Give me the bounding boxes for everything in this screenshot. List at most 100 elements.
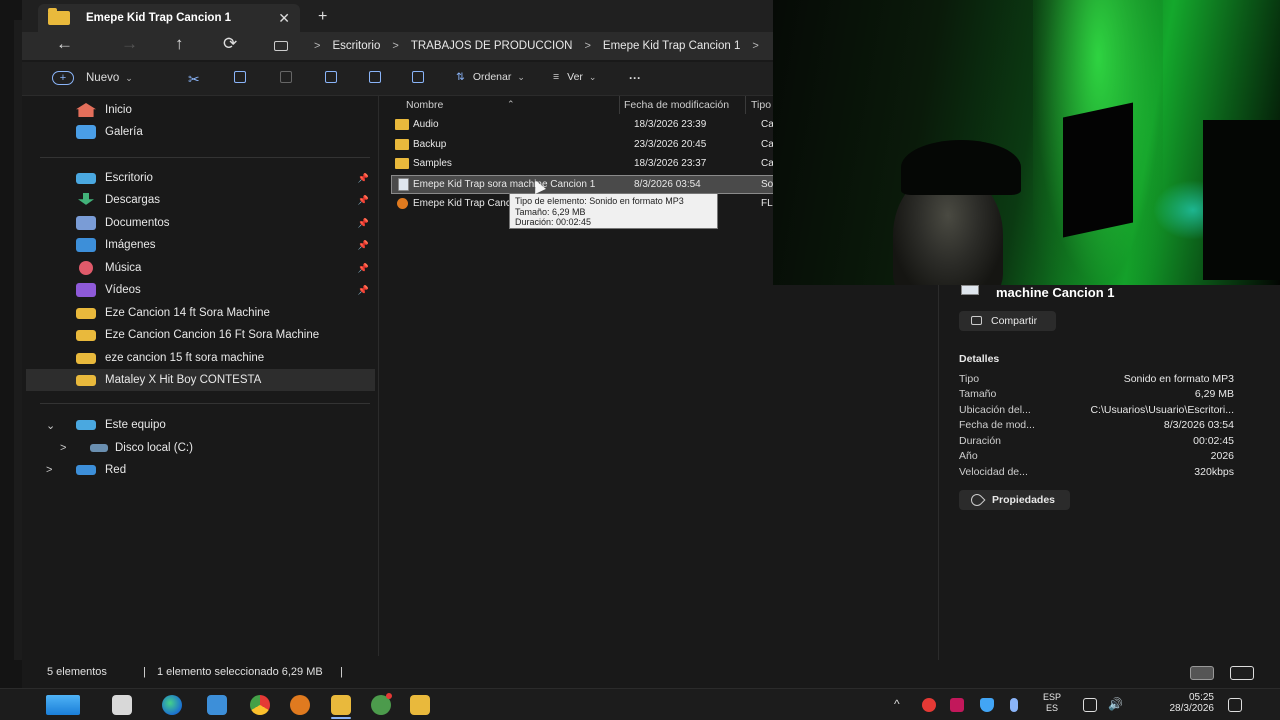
webcam-overlay: [773, 0, 1280, 285]
tooltip-duration: Duración: 00:02:45: [515, 217, 592, 227]
sidebar-item-desktop[interactable]: Escritorio 📌: [26, 167, 375, 189]
column-separator[interactable]: [745, 96, 746, 114]
microphone-icon[interactable]: [1010, 698, 1018, 712]
time: 05:25: [1188, 692, 1214, 703]
language-indicator[interactable]: ESP ES: [1043, 692, 1061, 714]
tray-app-icon[interactable]: [950, 698, 964, 712]
disk-icon: [90, 444, 108, 452]
tiles-view-button[interactable]: [1230, 666, 1254, 680]
up-button[interactable]: ↑: [175, 34, 184, 54]
start-icon[interactable]: [46, 695, 80, 715]
column-header-name[interactable]: Nombre: [406, 99, 443, 111]
studio-monitor: [1203, 120, 1280, 280]
background-window-strip: [0, 0, 22, 688]
sidebar-item-folder[interactable]: Eze Cancion 14 ft Sora Machine: [26, 302, 375, 324]
chevron-right-icon[interactable]: >: [60, 442, 66, 454]
file-explorer-icon[interactable]: [331, 695, 351, 715]
volume-icon[interactable]: 🔊: [1108, 697, 1123, 711]
column-header-modified[interactable]: Fecha de modificación: [624, 99, 729, 111]
folder-icon: [395, 139, 409, 150]
tooltip-size: Tamaño: 6,29 MB: [515, 206, 586, 217]
sidebar-item-music[interactable]: Música 📌: [26, 257, 375, 279]
background-window-edge: [14, 20, 22, 660]
breadcrumb-item-desktop[interactable]: Escritorio: [332, 40, 380, 52]
music-icon: [79, 261, 93, 275]
detail-value: 8/3/2026 03:54: [1163, 419, 1234, 431]
clock[interactable]: 05:25 28/3/2026: [1138, 692, 1215, 714]
new-button[interactable]: + Nuevo ⌄: [52, 71, 133, 85]
security-shield-icon[interactable]: [980, 698, 994, 712]
store-icon[interactable]: [207, 695, 227, 715]
notifications-icon[interactable]: [1228, 698, 1242, 712]
sidebar-item-gallery[interactable]: Galería: [26, 121, 375, 143]
sidebar-item-folder[interactable]: eze cancion 15 ft sora machine: [26, 347, 375, 369]
back-button[interactable]: ←: [56, 34, 73, 54]
sidebar-item-label: Descargas: [105, 194, 160, 206]
sidebar-item-downloads[interactable]: Descargas 📌: [26, 189, 375, 211]
share-icon[interactable]: [369, 71, 381, 83]
sidebar-item-home[interactable]: Inicio: [26, 99, 375, 121]
pin-icon[interactable]: 📌: [358, 263, 369, 274]
computer-icon: [76, 420, 96, 430]
task-view-icon[interactable]: [112, 695, 132, 715]
refresh-button[interactable]: ⟳: [223, 34, 237, 54]
properties-button-label: Propiedades: [992, 494, 1056, 506]
column-separator[interactable]: [619, 96, 620, 114]
sort-button[interactable]: ⇅ Ordenar ⌄: [456, 71, 525, 83]
network-icon[interactable]: [1083, 698, 1097, 712]
documents-icon: [76, 216, 96, 230]
chrome-icon[interactable]: [250, 695, 270, 715]
view-icon: ≡: [553, 71, 560, 83]
share-button-label: Compartir: [991, 315, 1038, 327]
pin-icon[interactable]: 📌: [358, 173, 369, 184]
mp3-file-icon: [398, 178, 409, 191]
sidebar-item-pictures[interactable]: Imágenes 📌: [26, 234, 375, 256]
details-view-button[interactable]: [1190, 666, 1214, 680]
sidebar-item-label: Música: [105, 262, 142, 274]
forward-button[interactable]: →: [121, 34, 138, 54]
tab-current-folder[interactable]: Emepe Kid Trap Cancion 1 ✕: [38, 4, 300, 32]
sidebar-item-network[interactable]: > Red: [26, 459, 375, 481]
breadcrumb-item-current[interactable]: Emepe Kid Trap Cancion 1: [603, 40, 740, 52]
rename-icon[interactable]: [325, 71, 337, 83]
file-name: Audio: [413, 119, 439, 130]
sidebar-item-label: Vídeos: [105, 284, 141, 296]
sidebar-item-documents[interactable]: Documentos 📌: [26, 212, 375, 234]
paste-icon[interactable]: [280, 71, 292, 83]
pin-icon[interactable]: 📌: [358, 285, 369, 296]
column-header-type[interactable]: Tipo: [751, 99, 771, 111]
cut-icon[interactable]: ✂: [188, 71, 200, 88]
show-hidden-icons[interactable]: ^: [894, 697, 900, 711]
view-button[interactable]: ≡ Ver ⌄: [553, 71, 596, 83]
sidebar-item-folder[interactable]: Mataley X Hit Boy CONTESTA: [26, 369, 375, 391]
chevron-down-icon[interactable]: ⌄: [46, 419, 55, 432]
new-tab-button[interactable]: +: [318, 8, 327, 26]
sidebar-item-this-pc[interactable]: ⌄ Este equipo: [26, 414, 375, 436]
sidebar-item-label: Disco local (C:): [115, 442, 193, 454]
delete-icon[interactable]: [412, 71, 424, 83]
chevron-down-icon: ⌄: [517, 71, 525, 82]
pin-icon[interactable]: 📌: [358, 240, 369, 251]
chevron-right-icon[interactable]: >: [46, 464, 52, 476]
share-button[interactable]: Compartir: [959, 311, 1056, 331]
detail-key: Duración: [959, 435, 1002, 447]
properties-button[interactable]: Propiedades: [959, 490, 1070, 510]
pin-icon[interactable]: 📌: [358, 218, 369, 229]
folder-icon: [76, 374, 96, 386]
status-separator: |: [143, 666, 146, 678]
more-options-icon[interactable]: ···: [629, 71, 641, 85]
edge-browser-icon[interactable]: [162, 695, 182, 715]
breadcrumb-separator: >: [752, 40, 759, 52]
tray-app-icon[interactable]: [922, 698, 936, 712]
tooltip-type: Tipo de elemento: Sonido en formato MP3: [515, 196, 684, 206]
pin-icon[interactable]: 📌: [358, 195, 369, 206]
close-tab-icon[interactable]: ✕: [278, 10, 290, 27]
sidebar-item-folder[interactable]: Eze Cancion Cancion 16 Ft Sora Machine: [26, 324, 375, 346]
desktop-icon: [76, 172, 96, 184]
copy-icon[interactable]: [234, 71, 246, 83]
sidebar-item-local-disk[interactable]: > Disco local (C:): [26, 437, 375, 459]
breadcrumb-item-trabajos[interactable]: TRABAJOS DE PRODUCCION: [411, 40, 573, 52]
sidebar-item-videos[interactable]: Vídeos 📌: [26, 279, 375, 301]
media-player-icon[interactable]: [410, 695, 430, 715]
fl-studio-icon[interactable]: [290, 695, 310, 715]
